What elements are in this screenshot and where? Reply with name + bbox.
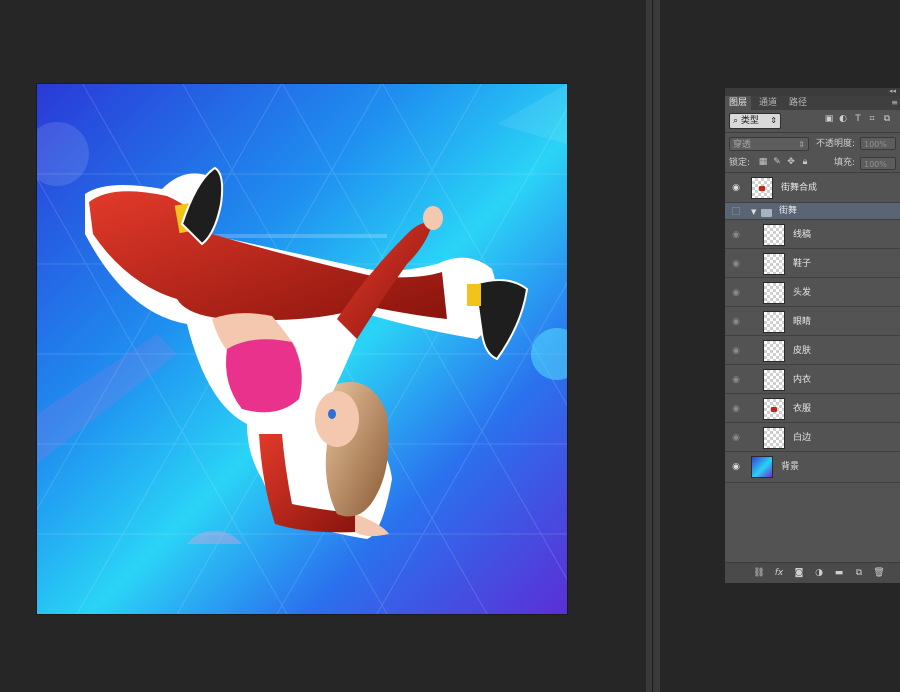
blend-mode-select[interactable]: 穿透 ⇕ (729, 137, 809, 151)
layer-thumbnail (763, 427, 785, 449)
filter-kind-label: 类型 (740, 116, 759, 126)
image-filter-icon[interactable]: ▣ (824, 114, 834, 124)
layer-thumbnail (763, 224, 785, 246)
fill-label: 填充: (834, 158, 856, 168)
panel-tabs: 图层 通道 路径 ≡ (725, 96, 900, 110)
eye-icon[interactable]: ◉ (729, 402, 743, 416)
layer-row[interactable]: ◉ 鞋子 (725, 249, 900, 278)
bg-circle-left (37, 122, 89, 186)
layer-name: 眼睛 (793, 317, 812, 327)
lock-row: 锁定: ▦ ✎ ✥ 🔒︎ 填充: 100% (725, 152, 900, 174)
layer-row[interactable]: ◉ 内衣 (725, 365, 900, 394)
fill-field[interactable]: 100% (860, 157, 896, 170)
filter-row: ⌕ 类型 ⇕ ▣ ◐ T ⌗ ⧉ (725, 110, 900, 132)
disclosure-triangle-icon[interactable]: ▼ (751, 208, 756, 216)
layer-name: 内衣 (793, 375, 812, 385)
layer-thumbnail (763, 369, 785, 391)
eye-icon[interactable]: ◉ (729, 315, 743, 329)
panel-header[interactable]: ◂◂ (725, 87, 900, 96)
layer-row[interactable]: ◉ 背景 (725, 452, 900, 483)
tab-layers[interactable]: 图层 (725, 96, 752, 110)
shape-filter-icon[interactable]: ⌗ (867, 114, 877, 124)
fx-icon[interactable]: fx (773, 567, 785, 579)
layer-name: 线稿 (793, 230, 812, 240)
lock-pixels-icon[interactable]: ✎ (772, 156, 782, 168)
smart-object-filter-icon[interactable]: ⧉ (882, 114, 892, 124)
workspace-divider[interactable] (646, 0, 660, 692)
panel-menu-icon[interactable]: ≡ (891, 98, 898, 107)
visibility-box[interactable] (732, 207, 740, 215)
thumbnail-mark (771, 407, 777, 412)
thumbnail-mark (759, 186, 765, 191)
folder-icon (761, 209, 772, 217)
new-layer-icon[interactable]: ⧉ (853, 567, 865, 579)
panel-footer: ⛓ fx ◙ ◑ ▬ ⧉ 🗑︎ (725, 562, 900, 583)
eye-icon[interactable]: ◉ (729, 460, 743, 474)
layer-thumbnail (751, 456, 773, 478)
eye-icon[interactable]: ◉ (729, 431, 743, 445)
layers-panel: ◂◂ 图层 通道 路径 ≡ ⌕ 类型 ⇕ ▣ ◐ T ⌗ ⧉ 穿透 ⇕ 不透明度: … (725, 87, 900, 583)
layer-name: 背景 (781, 462, 800, 472)
layer-name: 皮肤 (793, 346, 812, 356)
layer-group-row[interactable]: ▼ 街舞 (725, 203, 900, 220)
artwork-svg (37, 84, 567, 614)
document-canvas[interactable] (37, 84, 567, 614)
lock-transparency-icon[interactable]: ▦ (758, 156, 768, 168)
lock-position-icon[interactable]: ✥ (786, 156, 796, 168)
tab-channels[interactable]: 通道 (755, 96, 781, 110)
search-icon: ⌕ (733, 116, 739, 126)
layer-thumbnail (763, 398, 785, 420)
folder-icon[interactable]: ▬ (833, 567, 845, 579)
adjustment-icon[interactable]: ◑ (813, 567, 825, 579)
trash-icon[interactable]: 🗑︎ (873, 567, 885, 579)
type-filter-icon[interactable]: T (853, 114, 863, 124)
layer-name: 白边 (793, 433, 812, 443)
link-icon[interactable]: ⛓ (753, 567, 765, 579)
bg-semicircle (187, 530, 242, 544)
eye-icon[interactable]: ◉ (729, 344, 743, 358)
layer-row[interactable]: ◉ 皮肤 (725, 336, 900, 365)
layer-name: 鞋子 (793, 259, 812, 269)
layer-row[interactable]: ◉ 眼睛 (725, 307, 900, 336)
chevron-updown-icon: ⇕ (798, 140, 805, 149)
opacity-field[interactable]: 100% (860, 137, 896, 150)
layer-row[interactable]: ◉ 线稿 (725, 220, 900, 249)
eye-icon[interactable]: ◉ (729, 286, 743, 300)
pink-top (226, 339, 302, 413)
layer-row[interactable]: ◉ 白边 (725, 423, 900, 452)
layer-thumbnail (763, 340, 785, 362)
layer-thumbnail (763, 282, 785, 304)
blend-mode-value: 穿透 (733, 140, 752, 150)
layer-name: 头发 (793, 288, 812, 298)
eye-icon[interactable]: ◉ (729, 181, 743, 195)
eye-icon[interactable]: ◉ (729, 228, 743, 242)
lock-label: 锁定: (729, 158, 751, 168)
filter-kind-select[interactable]: ⌕ 类型 ⇕ (729, 113, 781, 129)
layer-row[interactable]: ◉ 街舞合成 (725, 173, 900, 203)
tab-paths[interactable]: 路径 (785, 96, 811, 110)
lock-all-icon[interactable]: 🔒︎ (800, 156, 810, 168)
eye-icon[interactable]: ◉ (729, 257, 743, 271)
adjustment-filter-icon[interactable]: ◐ (838, 114, 848, 124)
mask-icon[interactable]: ◙ (793, 567, 805, 579)
layer-name: 衣服 (793, 404, 812, 414)
opacity-label: 不透明度: (816, 139, 856, 149)
layer-row[interactable]: ◉ 头发 (725, 278, 900, 307)
layer-name: 街舞 (779, 206, 798, 216)
layer-row[interactable]: ◉ 衣服 (725, 394, 900, 423)
collapse-icon[interactable]: ◂◂ (889, 87, 896, 95)
layer-name: 街舞合成 (781, 183, 818, 193)
layer-thumbnail (763, 253, 785, 275)
eye-icon[interactable]: ◉ (729, 373, 743, 387)
chevron-updown-icon: ⇕ (770, 116, 777, 125)
layer-thumbnail (763, 311, 785, 333)
layer-thumbnail (751, 177, 773, 199)
divider-line (652, 0, 653, 692)
